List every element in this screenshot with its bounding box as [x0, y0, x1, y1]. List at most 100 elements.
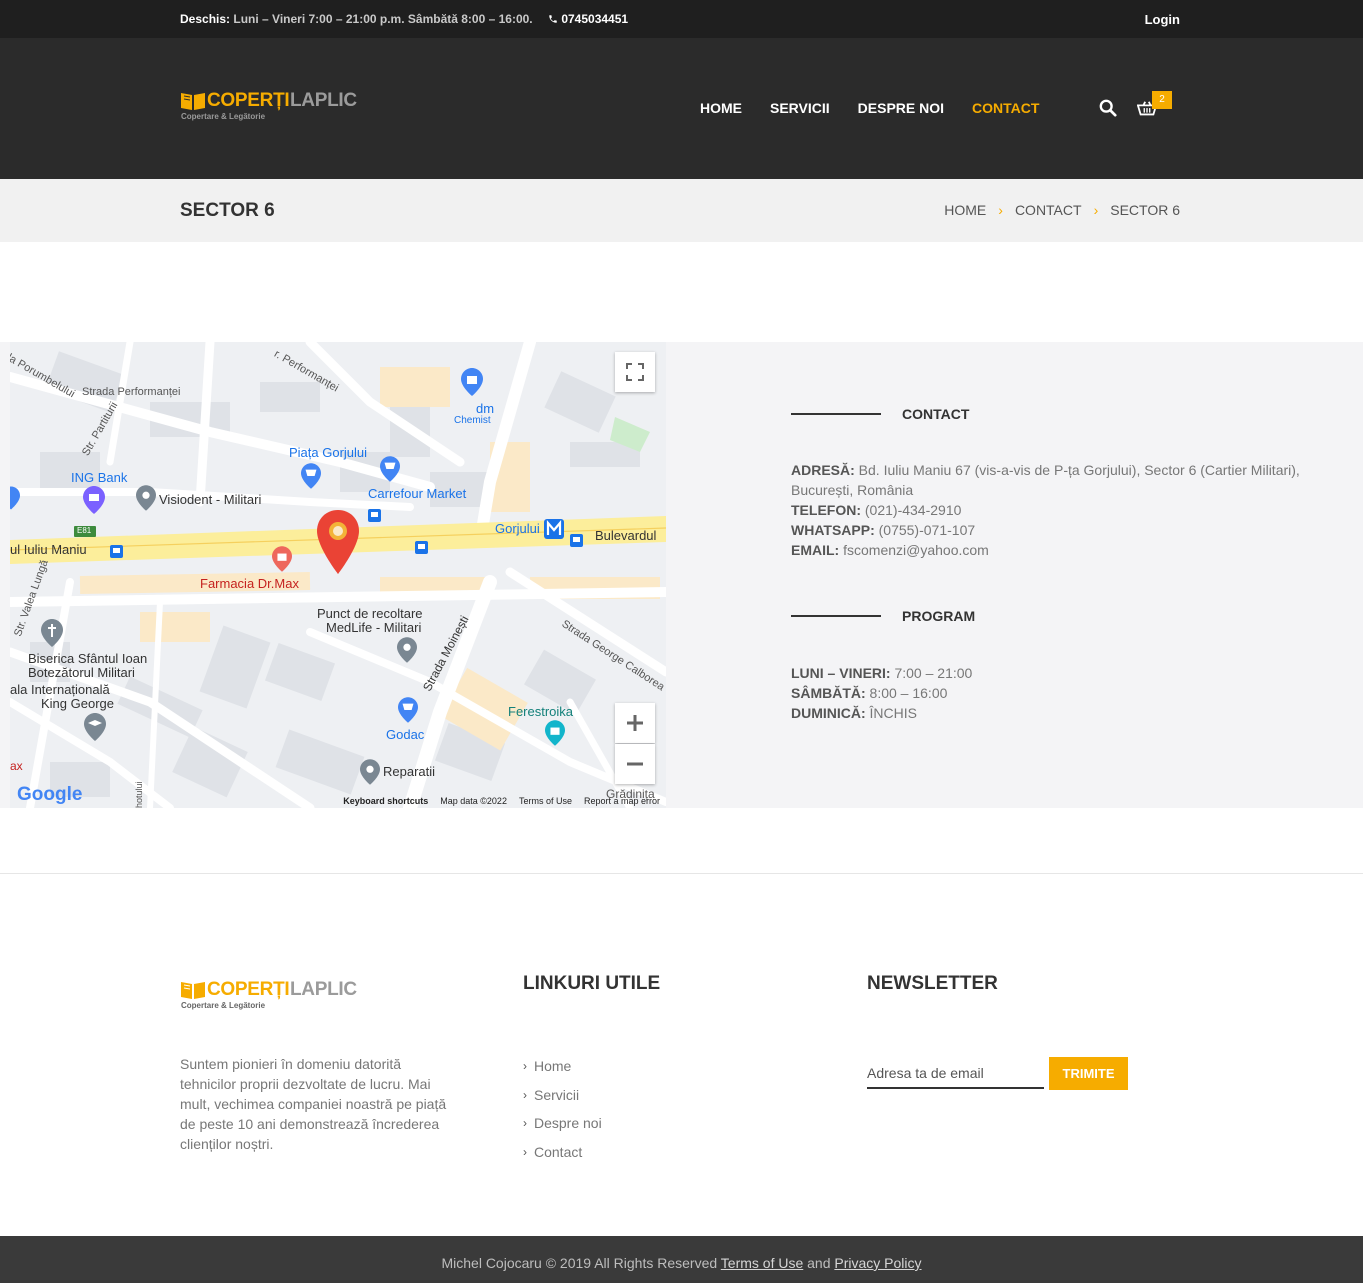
footer-logo-inner: COPERȚI LAPLIC Copertare & Legătorie [180, 979, 365, 1011]
chevron-right-icon: › [523, 1087, 527, 1102]
nav-home[interactable]: HOME [700, 100, 742, 116]
top-phone[interactable]: 0745034451 [548, 12, 628, 26]
email-value[interactable]: fscomenzi@yahoo.com [843, 542, 989, 558]
repair-pin-icon[interactable] [360, 759, 380, 785]
breadcrumb-home[interactable]: HOME [944, 202, 986, 218]
bus-stop-icon[interactable] [570, 534, 583, 547]
useful-links-heading: LINKURI UTILE [523, 973, 661, 994]
map-label-biserica-2: Botezătorul Militari [28, 665, 135, 680]
shop-pin-icon[interactable] [398, 697, 418, 723]
cart-pin-icon[interactable] [301, 463, 321, 489]
map-label-piata-gorjului: Piața Gorjului [289, 445, 368, 460]
open-label: Deschis: [180, 12, 231, 26]
map-label-e81: E81 [77, 526, 92, 535]
partial-pin-icon[interactable] [10, 486, 20, 510]
email-label: EMAIL: [791, 542, 840, 558]
weekday-label: LUNI – VINERI: [791, 665, 891, 681]
contact-heading-text: CONTACT [902, 406, 970, 422]
location-marker-icon[interactable] [317, 510, 359, 574]
bus-stop-icon[interactable] [368, 509, 381, 522]
footer-link-contact[interactable]: › Contact [523, 1138, 602, 1167]
section-divider [0, 873, 1363, 874]
program-heading: PROGRAM [791, 608, 975, 624]
bus-stop-icon[interactable] [110, 545, 123, 558]
footer-link-label: Home [534, 1058, 572, 1075]
map-label-dm: dm [476, 401, 495, 416]
footer-logo[interactable]: COPERȚI LAPLIC Copertare & Legătorie [180, 979, 365, 1011]
whatsapp-value[interactable]: (0755)-071-107 [879, 522, 976, 538]
footer-link-about[interactable]: › Despre noi [523, 1109, 602, 1138]
copyright-text: Michel Cojocaru © 2019 All Rights Reserv… [441, 1255, 718, 1271]
whatsapp-label: WHATSAPP: [791, 522, 875, 538]
nav-about[interactable]: DESPRE NOI [858, 100, 944, 116]
logo-tagline: Copertare & Legătorie [181, 1001, 266, 1010]
map-label-chemist: Chemist [454, 415, 491, 426]
phone-label: TELEFON: [791, 502, 861, 518]
bank-pin-icon[interactable] [83, 486, 105, 514]
cart-pin-icon[interactable] [380, 456, 400, 482]
place-pin-icon[interactable] [136, 485, 156, 511]
map-label-ferestroika: Ferestroika [508, 704, 574, 719]
contact-heading: CONTACT [791, 406, 969, 422]
newsletter-submit-button[interactable]: TRIMITE [1049, 1057, 1128, 1090]
chevron-right-icon: › [1093, 202, 1099, 218]
address-label: ADRESĂ: [791, 462, 855, 478]
chevron-right-icon: › [998, 202, 1003, 218]
program-details: LUNI – VINERI: 7:00 – 21:00 SÂMBĂTĂ: 8:0… [791, 663, 1351, 723]
search-icon[interactable] [1099, 99, 1117, 117]
top-phone-number: 0745034451 [561, 12, 629, 26]
zoom-in-button[interactable] [615, 703, 655, 743]
keyboard-shortcuts-link[interactable]: Keyboard shortcuts [343, 796, 428, 806]
weekday-value: 7:00 – 21:00 [894, 665, 973, 681]
pharmacy-pin-icon[interactable] [272, 546, 292, 572]
map-label-farmacia: Farmacia Dr.Max [200, 576, 299, 591]
breadcrumb-current: SECTOR 6 [1110, 202, 1180, 218]
page-title-bar: SECTOR 6 HOME › CONTACT › SECTOR 6 [0, 179, 1363, 242]
nav-services[interactable]: SERVICII [770, 100, 830, 116]
map-label-strada-performantei: Strada Performanței [82, 386, 181, 398]
footer-link-home[interactable]: › Home [523, 1052, 602, 1081]
footer-link-services[interactable]: › Servicii [523, 1081, 602, 1110]
nav-contact[interactable]: CONTACT [972, 100, 1039, 116]
report-map-error-link[interactable]: Report a map error [584, 796, 660, 806]
museum-pin-icon[interactable] [545, 720, 565, 746]
shopping-pin-icon[interactable] [461, 368, 483, 396]
medical-pin-icon[interactable] [397, 637, 417, 663]
bus-stop-icon[interactable] [415, 541, 428, 554]
chevron-right-icon: › [523, 1144, 527, 1159]
map-label-carrefour: Carrefour Market [368, 486, 467, 501]
map-terms-link[interactable]: Terms of Use [519, 796, 572, 806]
fullscreen-button[interactable] [615, 352, 655, 392]
plus-icon [627, 715, 643, 731]
privacy-link[interactable]: Privacy Policy [834, 1255, 921, 1271]
church-pin-icon[interactable] [41, 619, 63, 647]
chevron-right-icon: › [523, 1116, 527, 1131]
newsletter-email-input[interactable] [867, 1058, 1044, 1089]
book-logo-icon [181, 982, 205, 999]
newsletter-heading: NEWSLETTER [867, 973, 998, 994]
map-label-medlife-1: Punct de recoltare [317, 606, 423, 621]
breadcrumb-contact[interactable]: CONTACT [1015, 202, 1082, 218]
google-logo: Google [17, 784, 82, 806]
saturday-value: 8:00 – 16:00 [869, 685, 948, 701]
map-label-iuliu-maniu: ul Iuliu Maniu [10, 542, 87, 557]
metro-icon[interactable] [544, 519, 564, 539]
phone-value[interactable]: (021)-434-2910 [865, 502, 962, 518]
school-pin-icon[interactable] [84, 713, 106, 741]
saturday-label: SÂMBĂTĂ: [791, 685, 866, 701]
sunday-label: DUMINICĂ: [791, 705, 866, 721]
google-map[interactable]: da Porumbelului r. Performanței Strada P… [10, 342, 666, 808]
terms-link[interactable]: Terms of Use [721, 1255, 803, 1271]
map-label-ing: ING Bank [71, 470, 128, 485]
and-text: and [807, 1255, 831, 1271]
footer-link-label: Despre noi [534, 1115, 602, 1132]
useful-links-list: › Home › Servicii › Despre noi › Contact [523, 1052, 602, 1166]
map-label-scoala-2: King George [41, 696, 114, 711]
site-logo[interactable]: COPERȚI LAPLIC Copertare & Legătorie [180, 90, 365, 122]
phone-icon [549, 15, 557, 23]
site-header: COPERȚI LAPLIC Copertare & Legătorie HOM… [0, 38, 1363, 179]
zoom-out-button[interactable] [615, 744, 655, 784]
login-link[interactable]: Login [1145, 12, 1180, 27]
main-nav: HOME SERVICII DESPRE NOI CONTACT [700, 100, 1067, 116]
copyright-bar: Michel Cojocaru © 2019 All Rights Reserv… [0, 1236, 1363, 1283]
